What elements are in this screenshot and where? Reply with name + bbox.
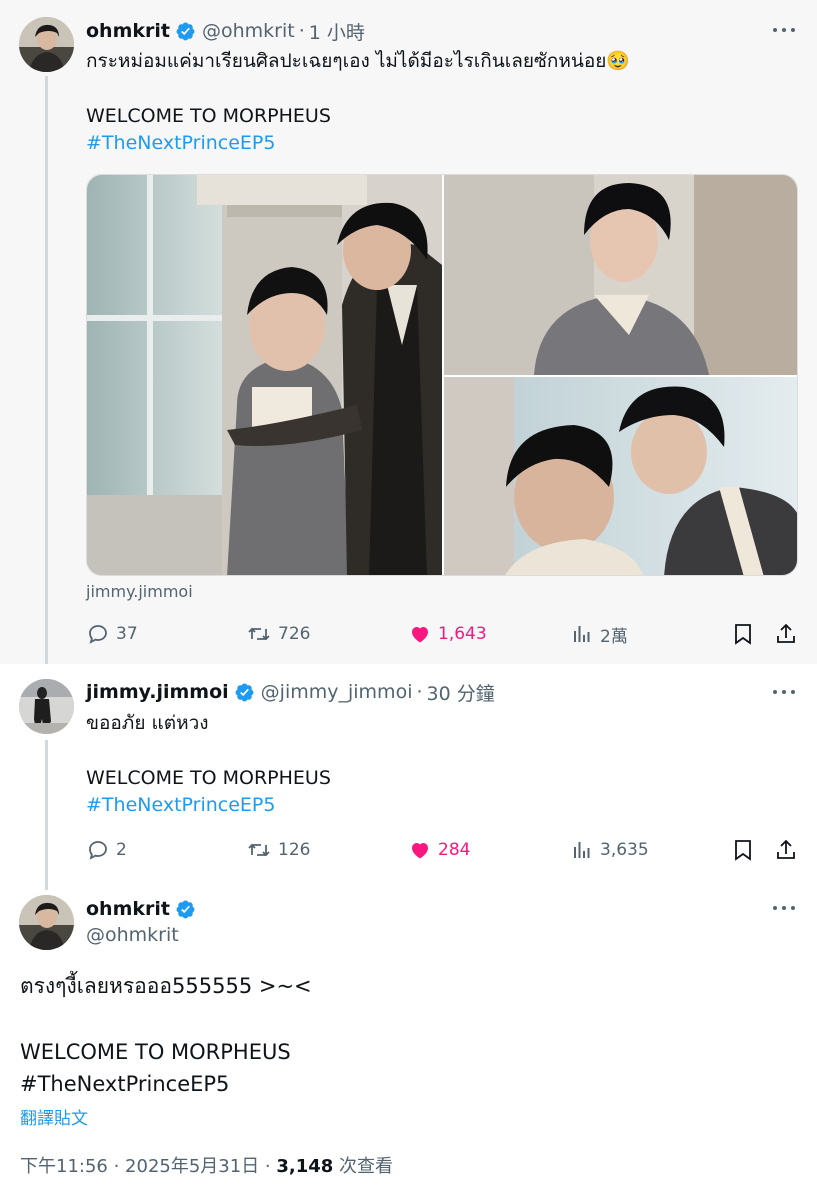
media-credit[interactable]: jimmy.jimmoi [86,582,193,601]
like-button[interactable]: 1,643 [408,619,487,649]
thread-line [45,76,48,664]
views-icon [570,838,594,862]
like-count: 284 [438,840,471,860]
avatar[interactable] [19,895,74,950]
timestamp[interactable]: 30 分鐘 [427,679,495,706]
bookmark-button[interactable] [732,619,754,649]
repost-count: 726 [278,624,311,644]
view-count: 3,635 [600,840,649,860]
reply-icon [86,622,110,646]
reply-count: 37 [116,624,138,644]
views-icon [570,622,594,646]
media-grid[interactable] [86,174,798,576]
tweet-header: ohmkrit [86,895,196,923]
photo[interactable] [444,175,797,375]
bookmark-icon [732,838,754,862]
hashtag-link[interactable]: #TheNextPrinceEP5 [20,1069,229,1099]
handle[interactable]: @ohmkrit [202,20,295,42]
tweet-text-line: WELCOME TO MORPHEUS [20,1040,291,1064]
separator-dot: · [298,20,305,42]
view-count: 2萬 [600,626,628,647]
tweet-text-line: WELCOME TO MORPHEUS [86,767,331,789]
translate-link[interactable]: 翻譯貼文 [20,1104,88,1129]
display-name[interactable]: ohmkrit [86,20,170,42]
views-button[interactable]: 2萬 [570,619,628,649]
tweet-text-line: WELCOME TO MORPHEUS [86,105,331,127]
tweet-meta: 下午11:56 · 2025年5月31日 · 3,148 次查看 [20,1152,393,1178]
share-icon [774,838,798,862]
bookmark-button[interactable] [732,835,754,865]
action-bar: 37 726 1,643 2萬 [86,619,798,649]
action-bar: 2 126 284 3,635 [86,835,798,865]
verified-badge-icon [175,899,196,920]
share-button[interactable] [774,619,798,649]
reply-button[interactable]: 37 [86,619,138,649]
tweet-datetime[interactable]: 下午11:56 · 2025年5月31日 · [20,1156,276,1177]
tweet-text: ตรงๆงี้เลยหรอออ555555 >~< [20,974,312,998]
reply-count: 2 [116,840,127,860]
verified-badge-icon [234,682,255,703]
more-icon[interactable] [773,903,795,913]
hashtag-link[interactable]: #TheNextPrinceEP5 [86,792,275,819]
photo[interactable] [87,175,442,575]
tweet-header: jimmy.jimmoi @jimmy_jimmoi · 30 分鐘 [86,678,495,706]
timestamp[interactable]: 1 小時 [309,18,365,45]
repost-icon [246,838,272,862]
like-icon [408,838,432,862]
share-button[interactable] [774,835,798,865]
more-icon[interactable] [773,25,795,35]
repost-icon [246,622,272,646]
hashtag-link[interactable]: #TheNextPrinceEP5 [86,130,275,157]
repost-button[interactable]: 726 [246,619,310,649]
tweet-text: กระหม่อมแค่มาเรียนศิลปะเฉยๆเอง ไม่ได้มีอ… [86,50,631,72]
repost-button[interactable]: 126 [246,835,310,865]
reply-button[interactable]: 2 [86,835,127,865]
avatar[interactable] [19,17,74,72]
tweet-header: ohmkrit @ohmkrit · 1 小時 [86,17,365,45]
display-name[interactable]: ohmkrit [86,898,170,920]
thread-line [45,740,48,890]
like-count: 1,643 [438,624,487,644]
avatar[interactable] [19,679,74,734]
handle[interactable]: @ohmkrit [86,922,179,949]
reply-icon [86,838,110,862]
view-count: 3,148 [276,1156,334,1177]
tweet-text: ขออภัย แต่หวง [86,712,209,734]
share-icon [774,622,798,646]
separator-dot: · [416,681,423,703]
repost-count: 126 [278,840,311,860]
display-name[interactable]: jimmy.jimmoi [86,681,229,703]
tweet-1[interactable]: ohmkrit @ohmkrit · 1 小時 กระหม่อมแค่มาเรี… [0,0,817,664]
handle[interactable]: @jimmy_jimmoi [261,681,413,703]
bookmark-icon [732,622,754,646]
view-label: 次查看 [333,1156,394,1177]
verified-badge-icon [175,21,196,42]
views-button[interactable]: 3,635 [570,835,649,865]
photo[interactable] [444,377,797,575]
like-icon [408,622,432,646]
more-icon[interactable] [773,687,795,697]
like-button[interactable]: 284 [408,835,470,865]
